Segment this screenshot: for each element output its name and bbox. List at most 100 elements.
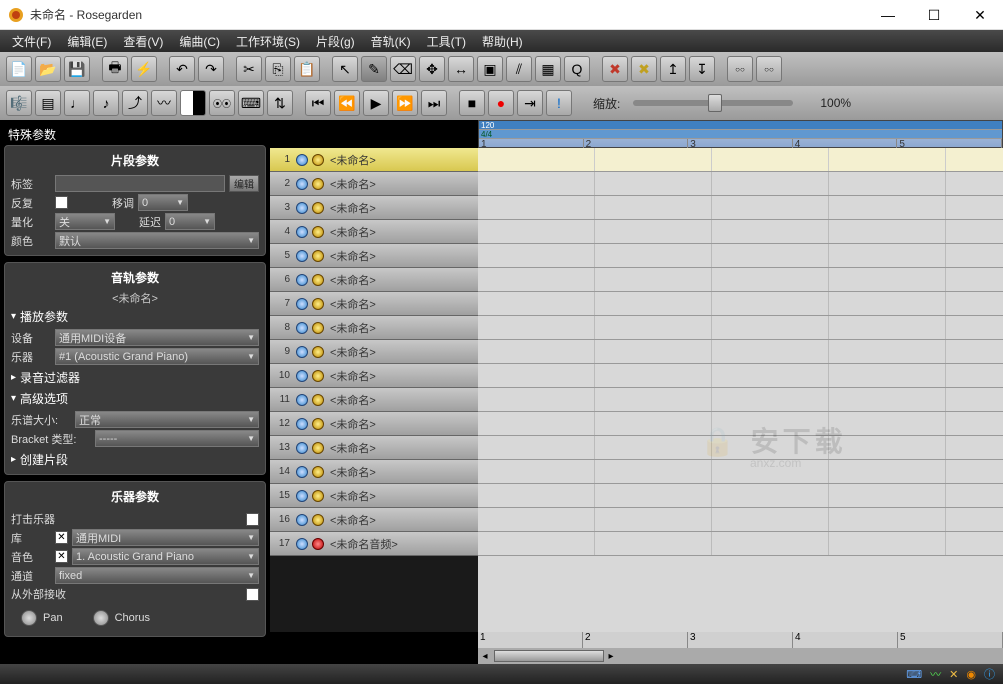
record-led[interactable] — [312, 322, 324, 334]
track-header-1[interactable]: 1<未命名> — [270, 148, 478, 172]
track-lane-17[interactable] — [478, 532, 1003, 556]
cut-button[interactable]: ✂ — [236, 56, 262, 82]
join-tool[interactable]: ⫽ — [506, 56, 532, 82]
menu-compose[interactable]: 编曲(C) — [171, 33, 228, 50]
select-tool[interactable]: ▦ — [535, 56, 561, 82]
record-led[interactable] — [312, 418, 324, 430]
undo-button[interactable]: ↶ — [169, 56, 195, 82]
mute-led[interactable] — [296, 250, 308, 262]
zoom-slider[interactable] — [633, 100, 793, 106]
edit-label-button[interactable]: 编辑 — [229, 175, 259, 192]
record-led[interactable] — [312, 202, 324, 214]
record-led[interactable] — [312, 298, 324, 310]
record-led[interactable] — [312, 490, 324, 502]
quantize-select[interactable]: 关 — [55, 213, 115, 230]
track-lane-15[interactable] — [478, 484, 1003, 508]
track-lane-12[interactable] — [478, 412, 1003, 436]
play-button[interactable]: ▶ — [363, 90, 389, 116]
track-header-8[interactable]: 8<未命名> — [270, 316, 478, 340]
device-select[interactable]: 通用MIDI设备 — [55, 329, 259, 346]
record-led[interactable] — [312, 538, 324, 550]
menu-edit[interactable]: 编辑(E) — [59, 33, 115, 50]
copy-button[interactable]: ⎘ — [265, 56, 291, 82]
mute-led[interactable] — [296, 370, 308, 382]
new-file-button[interactable]: 📄 — [6, 56, 32, 82]
quantize-button[interactable]: Q — [564, 56, 590, 82]
record-led[interactable] — [312, 394, 324, 406]
advanced-expand[interactable]: 高级选项 — [11, 388, 259, 409]
event-editor-button[interactable]: ♩ — [64, 90, 90, 116]
piano-icon[interactable] — [180, 90, 206, 116]
menu-track[interactable]: 音轨(K) — [363, 33, 419, 50]
audio-button[interactable]: 〰 — [151, 90, 177, 116]
ruler[interactable]: 120 4/4 12345 — [478, 120, 1003, 148]
rewind-button[interactable]: ⏪ — [334, 90, 360, 116]
create-segment-expand[interactable]: 创建片段 — [11, 449, 259, 470]
mute-led[interactable] — [296, 490, 308, 502]
keyboard-icon[interactable]: ⌨ — [238, 90, 264, 116]
record-led[interactable] — [312, 514, 324, 526]
repeat-checkbox[interactable] — [55, 196, 68, 209]
menu-segment[interactable]: 片段(g) — [308, 33, 363, 50]
program-select[interactable]: 1. Acoustic Grand Piano — [72, 548, 259, 565]
recfilter-expand[interactable]: 录音过滤器 — [11, 367, 259, 388]
track-header-3[interactable]: 3<未命名> — [270, 196, 478, 220]
move-track-up-button[interactable]: ↥ — [660, 56, 686, 82]
menu-file[interactable]: 文件(F) — [4, 33, 59, 50]
percussion-checkbox[interactable] — [246, 513, 259, 526]
track-header-13[interactable]: 13<未命名> — [270, 436, 478, 460]
channel-select[interactable]: fixed — [55, 567, 259, 584]
track-header-15[interactable]: 15<未命名> — [270, 484, 478, 508]
forward-button[interactable]: ⏩ — [392, 90, 418, 116]
close-button[interactable]: ✕ — [957, 0, 1003, 30]
tempo-button[interactable]: ⤴ — [122, 90, 148, 116]
track-header-11[interactable]: 11<未命名> — [270, 388, 478, 412]
record-led[interactable] — [312, 346, 324, 358]
mute-led[interactable] — [296, 418, 308, 430]
print-preview-button[interactable]: ⚡ — [131, 56, 157, 82]
mixer-icon[interactable]: ⦿⦿ — [209, 90, 235, 116]
status-info-icon[interactable]: ⓘ — [984, 666, 995, 682]
track-header-16[interactable]: 16<未命名> — [270, 508, 478, 532]
instrument-select[interactable]: #1 (Acoustic Grand Piano) — [55, 348, 259, 365]
mute-led[interactable] — [296, 226, 308, 238]
erase-tool[interactable]: ⌫ — [390, 56, 416, 82]
track-lanes[interactable] — [478, 148, 1003, 632]
label-input[interactable] — [55, 175, 225, 192]
loop-button[interactable]: ⇥ — [517, 90, 543, 116]
draw-tool[interactable]: ✎ — [361, 56, 387, 82]
track-header-6[interactable]: 6<未命名> — [270, 268, 478, 292]
menu-tools[interactable]: 工具(T) — [419, 33, 474, 50]
rewind-start-button[interactable]: ⏮ — [305, 90, 331, 116]
panic-button[interactable]: ! — [546, 90, 572, 116]
redo-button[interactable]: ↷ — [198, 56, 224, 82]
track-header-7[interactable]: 7<未命名> — [270, 292, 478, 316]
record-led[interactable] — [312, 274, 324, 286]
record-led[interactable] — [312, 154, 324, 166]
record-led[interactable] — [312, 250, 324, 262]
track-lane-3[interactable] — [478, 196, 1003, 220]
bank-checkbox[interactable] — [55, 531, 68, 544]
track-header-10[interactable]: 10<未命名> — [270, 364, 478, 388]
bar-ruler-bottom[interactable]: 12345 — [478, 632, 1003, 648]
bracket-select[interactable]: ----- — [95, 430, 259, 447]
track-header-2[interactable]: 2<未命名> — [270, 172, 478, 196]
track-lane-7[interactable] — [478, 292, 1003, 316]
record-led[interactable] — [312, 370, 324, 382]
split-tool[interactable]: ▣ — [477, 56, 503, 82]
menu-view[interactable]: 查看(V) — [115, 33, 171, 50]
color-select[interactable]: 默认 — [55, 232, 259, 249]
track-lane-1[interactable] — [478, 148, 1003, 172]
track-lane-11[interactable] — [478, 388, 1003, 412]
track-header-12[interactable]: 12<未命名> — [270, 412, 478, 436]
mute-led[interactable] — [296, 394, 308, 406]
print-button[interactable]: 🖶 — [102, 56, 128, 82]
add-track-button[interactable]: ✖ — [631, 56, 657, 82]
toggle-a-icon[interactable]: ○○ — [727, 56, 753, 82]
external-checkbox[interactable] — [246, 588, 259, 601]
mute-led[interactable] — [296, 274, 308, 286]
program-checkbox[interactable] — [55, 550, 68, 563]
track-lane-9[interactable] — [478, 340, 1003, 364]
track-lane-4[interactable] — [478, 220, 1003, 244]
bank-select[interactable]: 通用MIDI — [72, 529, 259, 546]
